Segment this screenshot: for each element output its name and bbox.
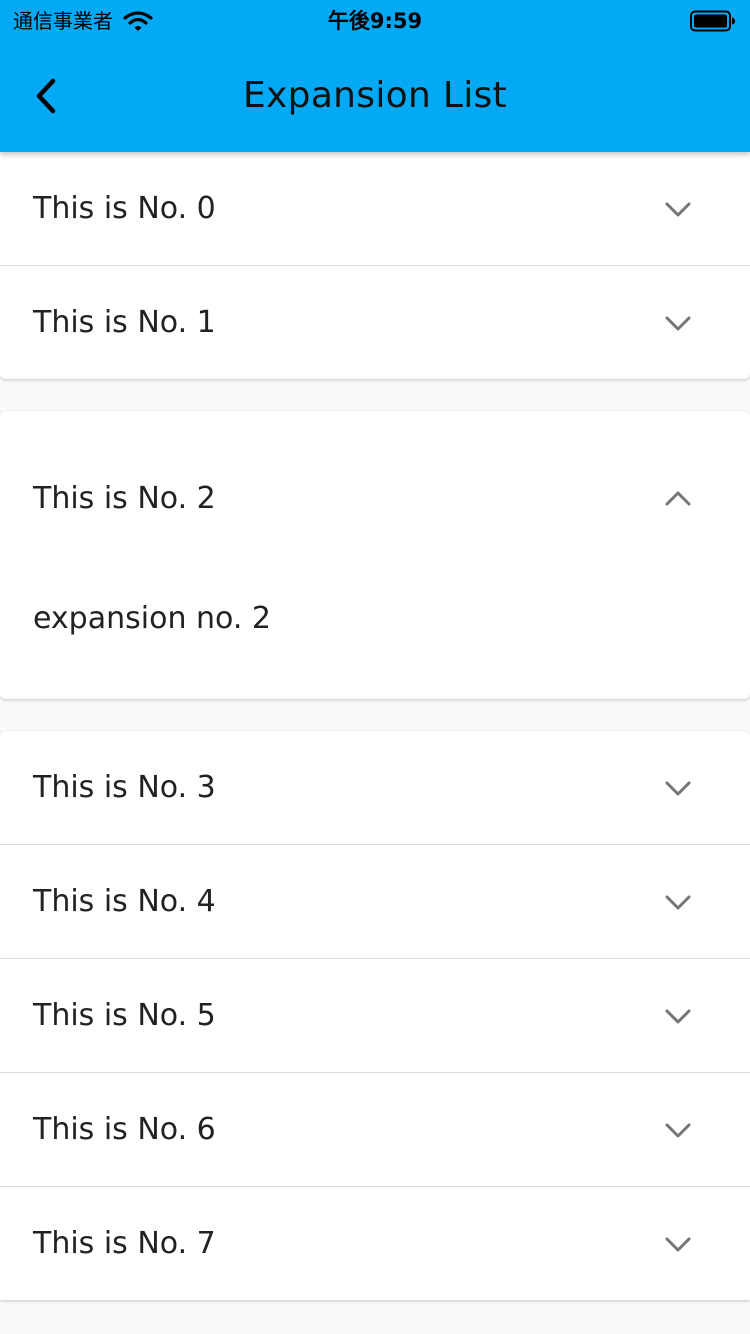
toolbar: Expansion List	[0, 40, 750, 152]
panel-body: expansion no. 2	[0, 587, 750, 699]
chevron-down-icon	[665, 1009, 691, 1024]
panel-body-text: expansion no. 2	[33, 601, 271, 636]
panel-title: This is No. 4	[33, 884, 216, 919]
expansion-panel-5[interactable]: This is No. 5	[0, 958, 750, 1072]
expansion-panel-2: This is No. 2 expansion no. 2	[0, 411, 750, 699]
panel-title: This is No. 3	[33, 770, 216, 805]
chevron-down-icon	[665, 1123, 691, 1138]
expansion-panel-1[interactable]: This is No. 1	[0, 265, 750, 379]
panel-title: This is No. 5	[33, 998, 216, 1033]
battery-icon	[690, 10, 735, 32]
chevron-up-icon	[665, 491, 691, 506]
panel-title: This is No. 2	[33, 481, 216, 516]
app-bar: 通信事業者 午後9:59 Expansion List	[0, 0, 750, 152]
expansion-panel-7[interactable]: This is No. 7	[0, 1186, 750, 1300]
expansion-panel-0[interactable]: This is No. 0	[0, 152, 750, 265]
chevron-down-icon	[665, 1237, 691, 1252]
chevron-down-icon	[665, 202, 691, 217]
chevron-down-icon	[665, 316, 691, 331]
chevron-down-icon	[665, 781, 691, 796]
chevron-down-icon	[665, 895, 691, 910]
expansion-panel-6[interactable]: This is No. 6	[0, 1072, 750, 1186]
status-bar: 通信事業者 午後9:59	[0, 0, 750, 40]
panel-group-top: This is No. 0 This is No. 1	[0, 152, 750, 379]
expansion-panel-4[interactable]: This is No. 4	[0, 844, 750, 958]
expansion-panel-list: This is No. 0 This is No. 1 This is No. …	[0, 152, 750, 1300]
page-title: Expansion List	[243, 75, 507, 116]
panel-title: This is No. 0	[33, 191, 216, 226]
panel-title: This is No. 7	[33, 1226, 216, 1261]
status-time: 午後9:59	[327, 9, 423, 33]
panel-title: This is No. 1	[33, 305, 216, 340]
expansion-panel-3[interactable]: This is No. 3	[0, 731, 750, 844]
panel-title: This is No. 6	[33, 1112, 216, 1147]
panel-header[interactable]: This is No. 2	[0, 411, 750, 587]
panel-group-bottom: This is No. 3 This is No. 4 This is No. …	[0, 731, 750, 1300]
